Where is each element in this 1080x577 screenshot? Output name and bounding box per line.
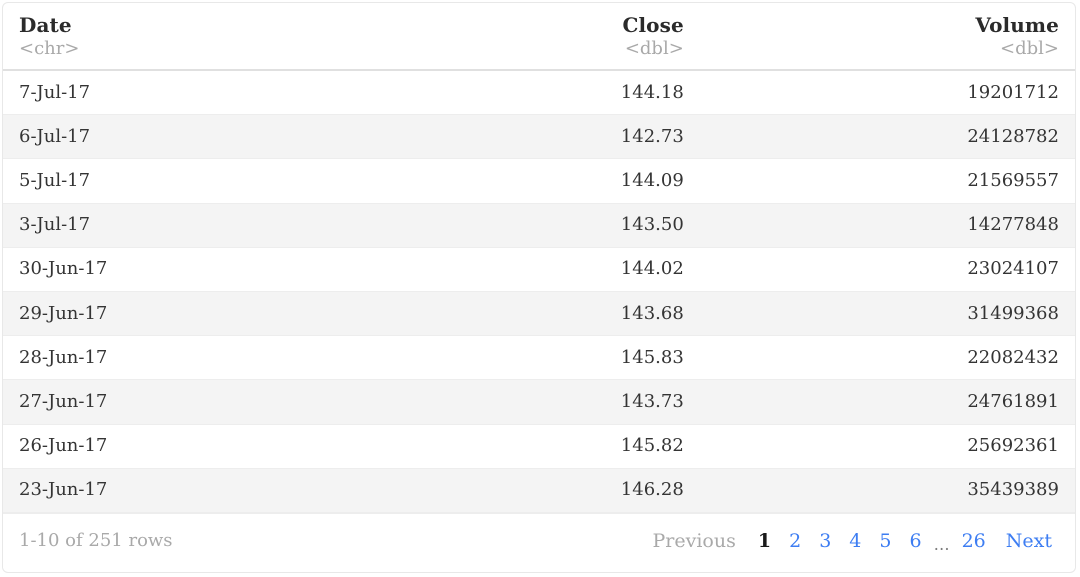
cell-date: 28-Jun-17	[19, 346, 108, 368]
page-button-2[interactable]: 2	[780, 530, 810, 552]
column-header-date-label: Date	[19, 13, 72, 37]
cell-close: 145.82	[620, 435, 684, 457]
previous-page-button[interactable]: Previous	[646, 530, 743, 552]
cell-close: 144.09	[620, 169, 684, 191]
cell-volume: 25692361	[967, 435, 1059, 457]
column-header-date[interactable]: Date <chr>	[3, 3, 496, 69]
page-button-1[interactable]: 1	[749, 530, 780, 552]
cell-close: 145.83	[620, 346, 684, 368]
table-row: 23-Jun-17 146.28 35439389	[3, 468, 1075, 513]
table-header: Date <chr> Close <dbl> Volume <dbl>	[3, 3, 1075, 71]
pagination-nav: Previous 1 2 3 4 5 6… 26 Next	[646, 530, 1059, 554]
cell-close: 144.18	[620, 81, 684, 103]
table-row: 7-Jul-17 144.18 19201712	[3, 71, 1075, 116]
cell-date: 3-Jul-17	[19, 214, 91, 236]
cell-date: 5-Jul-17	[19, 169, 91, 191]
cell-date: 26-Jun-17	[19, 435, 108, 457]
cell-volume: 35439389	[967, 479, 1059, 501]
column-header-close-label: Close	[622, 13, 684, 37]
table-row: 3-Jul-17 143.50 14277848	[3, 203, 1075, 248]
cell-volume: 23024107	[967, 258, 1059, 280]
data-table: Date <chr> Close <dbl> Volume <dbl> 7-Ju…	[3, 3, 1075, 513]
column-header-volume[interactable]: Volume <dbl>	[700, 3, 1075, 69]
cell-volume: 31499368	[967, 302, 1059, 324]
page-button-4[interactable]: 4	[840, 530, 870, 552]
table-row: 26-Jun-17 145.82 25692361	[3, 424, 1075, 469]
table-body: 7-Jul-17 144.18 19201712 6-Jul-17 142.73 2412…	[3, 71, 1075, 513]
cell-close: 143.73	[620, 390, 684, 412]
cell-close: 143.50	[620, 214, 684, 236]
table-row: 30-Jun-17 144.02 23024107	[3, 247, 1075, 292]
pagination-ellipsis: …	[933, 534, 950, 554]
table-row: 6-Jul-17 142.73 24128782	[3, 115, 1075, 160]
cell-volume: 21569557	[967, 169, 1059, 191]
page-button-3[interactable]: 3	[810, 530, 840, 552]
table-row: 28-Jun-17 145.83 22082432	[3, 336, 1075, 381]
cell-volume: 24761891	[967, 390, 1059, 412]
cell-volume: 14277848	[967, 214, 1059, 236]
cell-date: 6-Jul-17	[19, 125, 91, 147]
cell-close: 146.28	[620, 479, 684, 501]
cell-date: 29-Jun-17	[19, 302, 108, 324]
cell-date: 30-Jun-17	[19, 258, 108, 280]
pagination-bar: 1-10 of 251 rows Previous 1 2 3 4 5 6… 26 Next	[3, 512, 1075, 568]
cell-date: 23-Jun-17	[19, 479, 108, 501]
cell-volume: 22082432	[967, 346, 1059, 368]
cell-close: 144.02	[620, 258, 684, 280]
cell-date: 27-Jun-17	[19, 390, 108, 412]
page-number-buttons: 1 2 3 4 5 6… 26	[749, 530, 995, 554]
table-row: 5-Jul-17 144.09 21569557	[3, 159, 1075, 204]
row-count-info: 1-10 of 251 rows	[19, 530, 173, 552]
table-header-row: Date <chr> Close <dbl> Volume <dbl>	[3, 3, 1075, 71]
page-button-26[interactable]: 26	[953, 530, 995, 552]
page-button-6[interactable]: 6	[900, 530, 930, 552]
next-page-button[interactable]: Next	[999, 530, 1059, 552]
cell-close: 142.73	[620, 125, 684, 147]
column-header-volume-type: <dbl>	[1000, 38, 1059, 59]
cell-volume: 24128782	[967, 125, 1059, 147]
page-button-5[interactable]: 5	[870, 530, 900, 552]
table-row: 27-Jun-17 143.73 24761891	[3, 380, 1075, 425]
column-header-close[interactable]: Close <dbl>	[496, 3, 700, 69]
column-header-date-type: <chr>	[19, 38, 80, 59]
cell-date: 7-Jul-17	[19, 81, 91, 103]
cell-close: 143.68	[620, 302, 684, 324]
data-table-widget: Date <chr> Close <dbl> Volume <dbl> 7-Ju…	[2, 2, 1076, 573]
cell-volume: 19201712	[967, 81, 1059, 103]
column-header-close-type: <dbl>	[624, 38, 684, 59]
table-row: 29-Jun-17 143.68 31499368	[3, 291, 1075, 337]
column-header-volume-label: Volume	[975, 13, 1059, 37]
